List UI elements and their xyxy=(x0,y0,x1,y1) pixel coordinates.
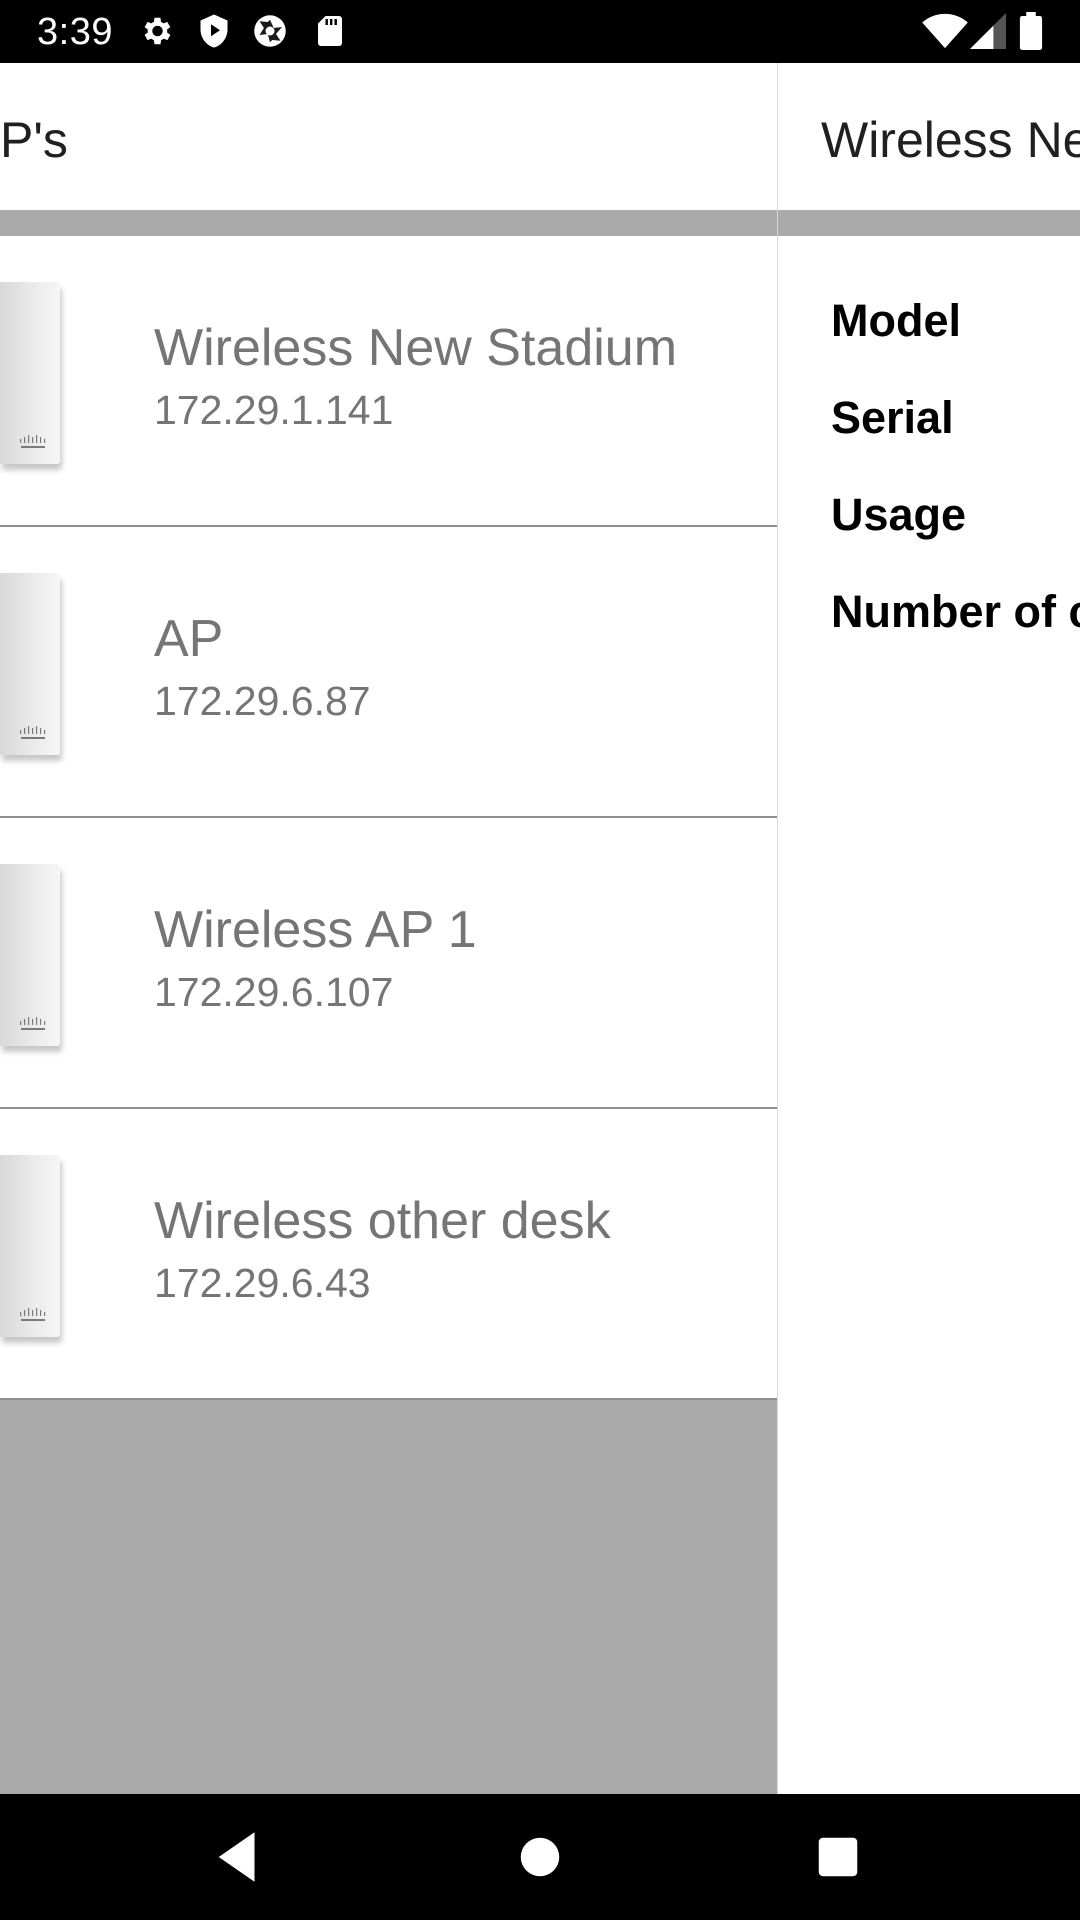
sd-card-icon xyxy=(318,16,342,46)
detail-label-client-count: Number of c xyxy=(831,586,1080,637)
ap-list-title: P's xyxy=(0,112,68,168)
ap-list-panel: P's Wireless New Stadium 172.29.1.141 AP… xyxy=(0,63,777,1794)
ap-name: AP xyxy=(154,610,224,668)
ap-list-header: P's xyxy=(0,63,777,210)
ap-list-item[interactable]: Wireless other desk 172.29.6.43 xyxy=(0,1109,777,1400)
home-icon[interactable] xyxy=(507,1824,573,1890)
ap-ip-address: 172.29.6.43 xyxy=(154,1260,371,1306)
detail-label-serial: Serial xyxy=(831,392,954,443)
status-bar: 3:39 xyxy=(0,0,1080,63)
ap-list-item[interactable]: Wireless AP 1 172.29.6.107 xyxy=(0,818,777,1109)
detail-label-usage: Usage xyxy=(831,489,967,540)
shield-play-icon xyxy=(200,14,228,48)
wifi-icon xyxy=(922,13,968,49)
cisco-logo-icon xyxy=(20,1308,46,1321)
back-icon[interactable] xyxy=(205,1824,271,1890)
ap-ip-address: 172.29.6.87 xyxy=(154,678,371,724)
signal-icon xyxy=(970,13,1006,49)
cisco-logo-icon xyxy=(20,726,46,739)
access-point-device-icon xyxy=(0,864,60,1046)
recents-icon[interactable] xyxy=(805,1824,871,1890)
status-time: 3:39 xyxy=(37,11,113,53)
navigation-bar xyxy=(0,1794,1080,1920)
cisco-logo-icon xyxy=(20,435,46,448)
ap-name: Wireless other desk xyxy=(154,1192,611,1250)
ap-ip-address: 172.29.1.141 xyxy=(154,387,394,433)
ap-name: Wireless AP 1 xyxy=(154,901,477,959)
ap-list-item[interactable]: Wireless New Stadium 172.29.1.141 xyxy=(0,236,777,527)
detail-label-model: Model xyxy=(831,295,961,346)
ap-ip-address: 172.29.6.107 xyxy=(154,969,394,1015)
detail-header-divider-band xyxy=(778,210,1080,236)
settings-icon xyxy=(144,17,171,45)
ap-name: Wireless New Stadium xyxy=(154,319,678,377)
ap-detail-title: Wireless Ne xyxy=(821,112,1080,168)
cisco-logo-icon xyxy=(20,1017,46,1030)
access-point-device-icon xyxy=(0,1155,60,1337)
header-divider-band xyxy=(0,210,777,236)
access-point-device-icon xyxy=(0,282,60,464)
ap-list-item[interactable]: AP 172.29.6.87 xyxy=(0,527,777,818)
ap-detail-panel: Wireless Ne Model Serial Usage Number of… xyxy=(778,63,1080,1794)
battery-icon xyxy=(1019,12,1043,50)
ap-list: Wireless New Stadium 172.29.1.141 AP 172… xyxy=(0,236,777,1400)
camera-shutter-icon xyxy=(254,15,286,47)
access-point-device-icon xyxy=(0,573,60,755)
